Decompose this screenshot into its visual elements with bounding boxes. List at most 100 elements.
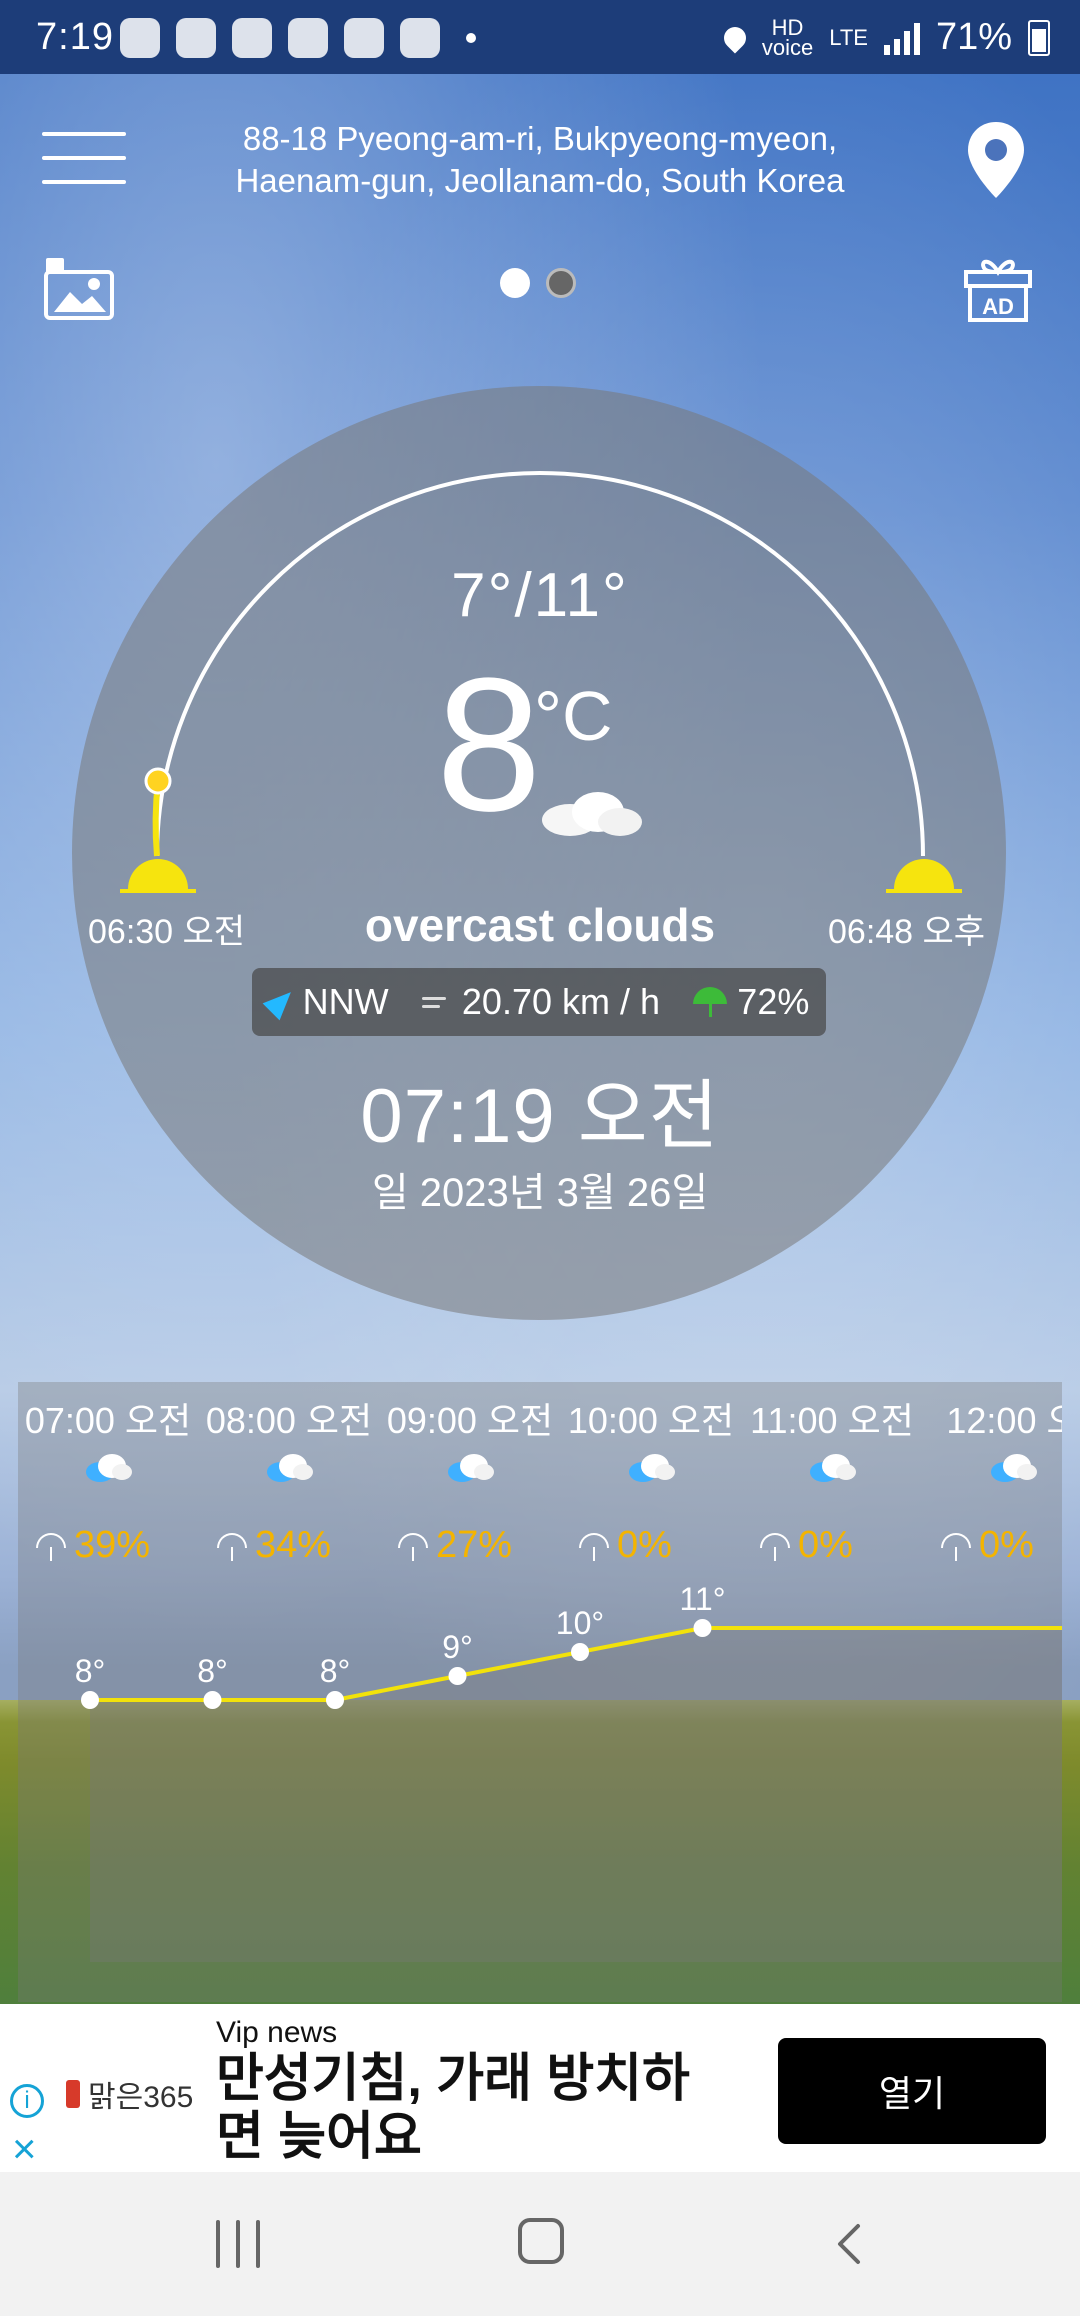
temperature-point [448,1667,467,1685]
forecast-time: 10:00 오전 [567,1400,735,1441]
home-button[interactable] [518,2218,564,2264]
notification-icons [120,18,476,58]
umbrella-icon [36,1531,66,1561]
cloud-icon [267,1454,313,1482]
more-notifications-dot [466,33,476,43]
hd-voice-indicator: HD voice [761,16,814,60]
forecast-time: 08:00 오전 [205,1400,373,1441]
temperature-point [571,1643,589,1661]
umbrella-icon [579,1531,609,1561]
wind-direction: NNW [262,981,389,1023]
forecast-precip: 0% [579,1524,739,1567]
notification-icon [344,18,384,58]
background-image-icon[interactable] [44,256,116,322]
ad-headline[interactable]: 만성기침, 가래 방치하면 늦어요 [216,2050,736,2166]
umbrella-icon [693,985,728,1019]
wind-humidity-chip: NNW 20.70 km / h 72% [252,968,826,1036]
temperature-point [81,1691,99,1709]
status-bar: 7:19 HD voice LTE 71% [0,0,1080,74]
current-temperature: 8 [436,639,542,851]
location-status-icon [719,21,751,54]
ad-open-button[interactable]: 열기 [778,2038,1046,2144]
cloud-icon [810,1454,856,1482]
hourly-forecast-panel[interactable]: 8° 8° 8° 9° 10° 11° 07:00 오전 39% 08:00 오전 34%… [18,1382,1062,2002]
sunset-icon [886,859,962,893]
precip-value: 39% [74,1524,151,1566]
voice-label: voice [761,34,814,60]
menu-icon[interactable] [42,128,126,192]
wind-direction-icon [262,983,300,1021]
temperature-label: 10° [556,1605,604,1641]
page-dot-active[interactable] [500,268,530,298]
notification-icon [400,18,440,58]
wind-direction-label: NNW [302,981,389,1022]
wind-speed: 20.70 km / h [421,981,661,1023]
cloud-icon [991,1454,1037,1482]
sunrise-icon [120,859,196,893]
hourly-temperature-chart: 8° 8° 8° 9° 10° 11° [75,1581,1062,1962]
temperature-point [693,1619,712,1637]
forecast-precip: 0% [760,1524,920,1567]
temperature-label: 8° [320,1653,351,1689]
temperature-label: 8° [197,1653,228,1689]
battery-icon [1028,19,1050,56]
brand-logo-icon [66,2080,80,2108]
forecast-time: 09:00 오전 [386,1400,554,1441]
cloud-icon [86,1454,132,1482]
cloud-icon [629,1454,675,1482]
page-dot-inactive[interactable] [546,268,576,298]
current-date: 일 2023년 3월 26일 [371,1171,709,1215]
recents-button[interactable] [216,2220,262,2268]
current-time: 07:19 오전 [360,1074,720,1159]
ad-label: AD [982,294,1014,319]
humidity-label: 72% [737,981,810,1022]
umbrella-icon [941,1531,971,1561]
ad-gift-icon[interactable]: AD [962,254,1034,322]
weather-condition: overcast clouds [364,899,716,951]
ad-banner[interactable]: i × 맑은365 Vip news 만성기침, 가래 방치하면 늦어요 열기 [0,2004,1080,2172]
temperature-point [326,1691,344,1709]
precip-value: 34% [255,1524,332,1566]
notification-icon [120,18,160,58]
address-line-1: 88-18 Pyeong-am-ri, Bukpyeong-myeon, [242,120,838,157]
status-time: 7:19 [36,16,114,58]
forecast-precip: 34% [217,1524,377,1567]
umbrella-icon [217,1531,247,1561]
forecast-time: 12:00 오 [946,1400,1062,1441]
ad-close-icon[interactable]: × [12,2128,37,2170]
precip-value: 27% [436,1524,513,1566]
location-pin-icon[interactable] [964,120,1028,200]
address-line-2: Haenam-gun, Jeollanam-do, South Korea [235,162,845,199]
notification-icon [232,18,272,58]
chart-area-fill [90,1628,1062,1962]
ad-brand-name: 맑은365 [88,2081,194,2114]
temperature-label: 11° [679,1581,725,1617]
temperature-unit: °C [534,677,613,755]
forecast-time: 07:00 오전 [24,1400,192,1441]
ad-source: Vip news [216,2016,338,2049]
temperature-label: 9° [442,1629,473,1665]
forecast-precip: 27% [398,1524,558,1567]
lte-indicator: LTE [829,24,868,50]
forecast-time: 11:00 오전 [750,1400,914,1441]
humidity: 72% [693,981,809,1023]
temp-min-max: 7°/11° [451,561,629,630]
back-button[interactable] [830,2220,870,2268]
location-address: 88-18 Pyeong-am-ri, Bukpyeong-myeon, Hae… [200,118,880,202]
precip-value: 0% [798,1524,853,1566]
battery-percent: 71% [935,16,1012,58]
umbrella-icon [760,1531,790,1561]
ad-brand: 맑은365 [66,2072,193,2116]
system-navigation-bar [0,2172,1080,2316]
notification-icon [176,18,216,58]
temperature-point [203,1691,222,1709]
page-indicator[interactable] [500,268,576,298]
umbrella-icon [398,1531,428,1561]
wind-speed-label: 20.70 km / h [461,981,661,1022]
precip-value: 0% [979,1524,1034,1566]
forecast-precip: 39% [36,1524,196,1567]
ad-info-icon[interactable]: i [10,2084,44,2118]
cloud-icon [448,1454,494,1482]
forecast-precip: 0% [941,1524,1062,1567]
precip-value: 0% [617,1524,672,1566]
